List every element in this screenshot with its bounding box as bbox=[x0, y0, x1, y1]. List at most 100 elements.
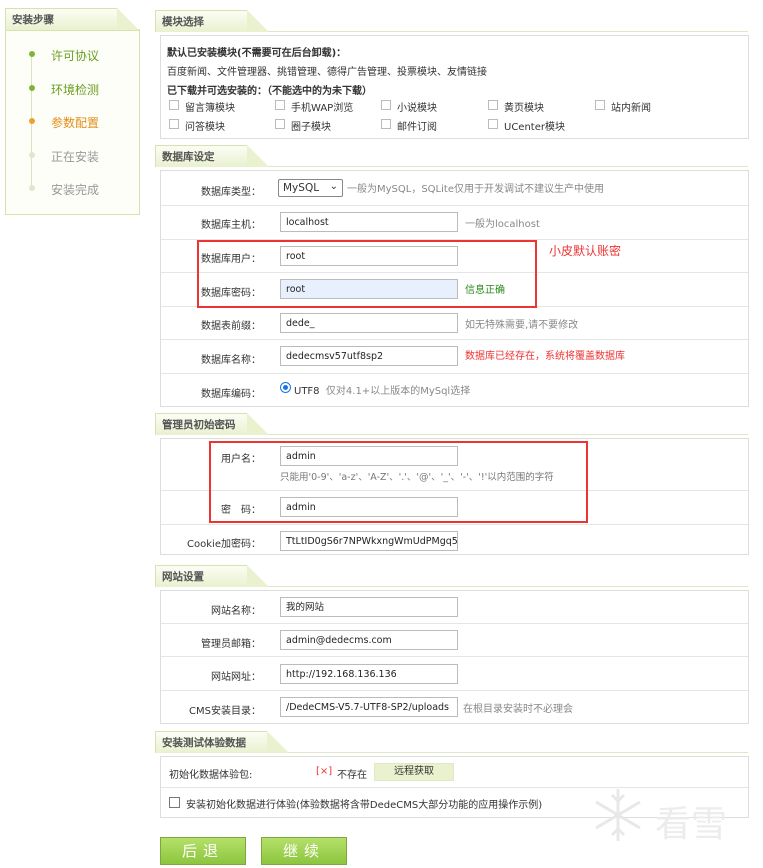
watermark-text: 看雪 bbox=[655, 804, 728, 845]
site-name-row: 网站名称： 我的网站 bbox=[161, 591, 748, 624]
installed-modules-list: 百度新闻、文件管理器、挑错管理、德得广告管理、投票模块、友情链接 bbox=[167, 67, 487, 78]
db-encoding-row: 数据库编码： UTF8 仅对4.1+以上版本的MySql选择 bbox=[161, 374, 748, 407]
section-title: 数据库设定 bbox=[162, 151, 215, 163]
next-button[interactable]: 继续 bbox=[261, 837, 347, 865]
section-tab-modules: 模块选择 bbox=[155, 10, 269, 32]
site-url-input[interactable]: http://192.168.136.136 bbox=[280, 664, 458, 684]
cookie-label: Cookie加密码： bbox=[187, 539, 261, 550]
close-icon: [×] bbox=[316, 766, 333, 777]
step-dot-todo bbox=[29, 185, 35, 191]
site-name-label: 网站名称： bbox=[211, 606, 261, 617]
site-dir-input[interactable]: /DedeCMS-V5.7-UTF8-SP2/uploads bbox=[280, 697, 458, 717]
db-type-note: 一般为MySQL，SQLite仅用于开发调试不建议生产中使用 bbox=[347, 184, 604, 195]
step-dot-current bbox=[29, 118, 35, 124]
step-env-check: 环境检测 bbox=[51, 83, 100, 97]
section-tab-admin: 管理员初始密码 bbox=[155, 413, 269, 435]
cookie-row: Cookie加密码： TtLtID0gS6r7NPWkxngWmUdPMgq5 bbox=[161, 525, 748, 555]
annotation-text: 小皮默认账密 bbox=[549, 244, 622, 258]
section-tab-database: 数据库设定 bbox=[155, 145, 269, 167]
step-installing: 正在安装 bbox=[51, 150, 100, 164]
module-checkbox[interactable] bbox=[381, 100, 391, 110]
installed-modules-heading: 默认已安装模块(不需要可在后台卸载)： bbox=[167, 48, 347, 59]
encoding-value: UTF8 bbox=[294, 386, 320, 397]
db-host-input[interactable]: localhost bbox=[280, 212, 458, 232]
divider bbox=[268, 166, 748, 167]
chevron-down-icon: ⌄ bbox=[329, 181, 338, 192]
encoding-note: 仅对4.1+以上版本的MySql选择 bbox=[325, 386, 471, 397]
db-host-label: 数据库主机： bbox=[201, 220, 261, 231]
module-label: 站内新闻 bbox=[611, 103, 651, 114]
divider bbox=[268, 31, 748, 32]
modules-panel: 默认已安装模块(不需要可在后台卸载)： 百度新闻、文件管理器、挑错管理、德得广告… bbox=[160, 35, 749, 139]
db-prefix-input[interactable]: dede_ bbox=[280, 313, 458, 333]
divider bbox=[268, 586, 748, 587]
db-type-select[interactable]: MySQL ⌄ bbox=[278, 179, 343, 197]
back-button[interactable]: 后退 bbox=[160, 837, 246, 865]
step-dot-done bbox=[29, 85, 35, 91]
install-demo-checkbox[interactable] bbox=[169, 797, 180, 808]
demo-status-text: 不存在 bbox=[337, 770, 367, 781]
site-panel: 网站名称： 我的网站 管理员邮箱： admin@dedecms.com 网站网址… bbox=[160, 590, 749, 724]
step-dot-done bbox=[29, 51, 35, 57]
module-checkbox[interactable] bbox=[275, 100, 285, 110]
step-dot-todo bbox=[29, 152, 35, 158]
site-email-row: 管理员邮箱： admin@dedecms.com bbox=[161, 624, 748, 657]
module-label: 问答模块 bbox=[185, 122, 225, 133]
module-checkbox[interactable] bbox=[275, 119, 285, 129]
sidebar-title-tab: 安装步骤 bbox=[5, 8, 139, 30]
utf8-radio[interactable] bbox=[280, 382, 291, 393]
annotation-box bbox=[197, 240, 537, 308]
module-checkbox[interactable] bbox=[381, 119, 391, 129]
module-label: UCenter模块 bbox=[504, 122, 565, 133]
module-label: 黄页模块 bbox=[504, 103, 544, 114]
module-checkbox[interactable] bbox=[488, 119, 498, 129]
module-checkbox[interactable] bbox=[169, 119, 179, 129]
module-checkbox[interactable] bbox=[169, 100, 179, 110]
step-license: 许可协议 bbox=[51, 49, 100, 63]
db-name-input[interactable]: dedecmsv57utf8sp2 bbox=[280, 346, 458, 366]
install-demo-label: 安装初始化数据进行体验(体验数据将含带DedeCMS大部分功能的应用操作示例) bbox=[186, 800, 543, 811]
module-checkbox[interactable] bbox=[595, 100, 605, 110]
site-email-label: 管理员邮箱： bbox=[201, 639, 261, 650]
cookie-input[interactable]: TtLtID0gS6r7NPWkxngWmUdPMgq5 bbox=[280, 531, 458, 551]
radio-dot bbox=[283, 385, 288, 390]
module-label: 手机WAP浏览 bbox=[291, 103, 354, 114]
utf8-radio-label: UTF8 仅对4.1+以上版本的MySql选择 bbox=[294, 382, 470, 397]
section-tab-demo: 安装测试体验数据 bbox=[155, 731, 289, 753]
section-title: 模块选择 bbox=[162, 16, 204, 28]
site-dir-row: CMS安装目录： /DedeCMS-V5.7-UTF8-SP2/uploads … bbox=[161, 691, 748, 724]
section-title: 安装测试体验数据 bbox=[162, 737, 246, 749]
annotation-box bbox=[209, 441, 588, 523]
db-encoding-label: 数据库编码： bbox=[201, 389, 261, 400]
snowflake-logo bbox=[588, 785, 648, 845]
divider bbox=[268, 434, 748, 435]
site-dir-note: 在根目录安装时不必理会 bbox=[463, 704, 573, 715]
module-checkbox[interactable] bbox=[488, 100, 498, 110]
site-url-label: 网站网址： bbox=[211, 672, 261, 683]
module-label: 圈子模块 bbox=[291, 122, 331, 133]
install-steps-panel: 许可协议 环境检测 参数配置 正在安装 安装完成 bbox=[5, 30, 140, 215]
module-label: 邮件订阅 bbox=[397, 122, 437, 133]
site-dir-label: CMS安装目录： bbox=[189, 706, 261, 717]
site-url-row: 网站网址： http://192.168.136.136 bbox=[161, 657, 748, 691]
site-name-input[interactable]: 我的网站 bbox=[280, 597, 458, 617]
step-config: 参数配置 bbox=[51, 116, 100, 130]
db-type-row: 数据库类型： MySQL ⌄ 一般为MySQL，SQLite仅用于开发调试不建议生… bbox=[161, 171, 748, 206]
db-name-label: 数据库名称： bbox=[201, 355, 261, 366]
db-prefix-note: 如无特殊需要,请不要修改 bbox=[465, 320, 579, 331]
section-title: 管理员初始密码 bbox=[162, 419, 236, 431]
fetch-remote-button[interactable]: 远程获取 bbox=[374, 763, 454, 781]
step-done: 安装完成 bbox=[51, 183, 100, 197]
site-email-input[interactable]: admin@dedecms.com bbox=[280, 630, 458, 650]
divider bbox=[288, 752, 748, 753]
demo-package-label: 初始化数据体验包: bbox=[169, 770, 253, 781]
section-tab-site: 网站设置 bbox=[155, 565, 269, 587]
downloadable-heading: 已下载并可选安装的：（不能选中的为未下载） bbox=[167, 86, 372, 97]
snowflake-icon bbox=[595, 789, 641, 841]
db-type-value: MySQL bbox=[283, 182, 320, 194]
db-prefix-label: 数据表前缀： bbox=[201, 321, 261, 332]
db-name-warning: 数据库已经存在，系统将覆盖数据库 bbox=[465, 351, 625, 362]
db-prefix-row: 数据表前缀： dede_ 如无特殊需要,请不要修改 bbox=[161, 307, 748, 340]
demo-package-row: 初始化数据体验包: [×] 不存在 远程获取 bbox=[161, 757, 748, 788]
sidebar-title: 安装步骤 bbox=[12, 14, 54, 26]
